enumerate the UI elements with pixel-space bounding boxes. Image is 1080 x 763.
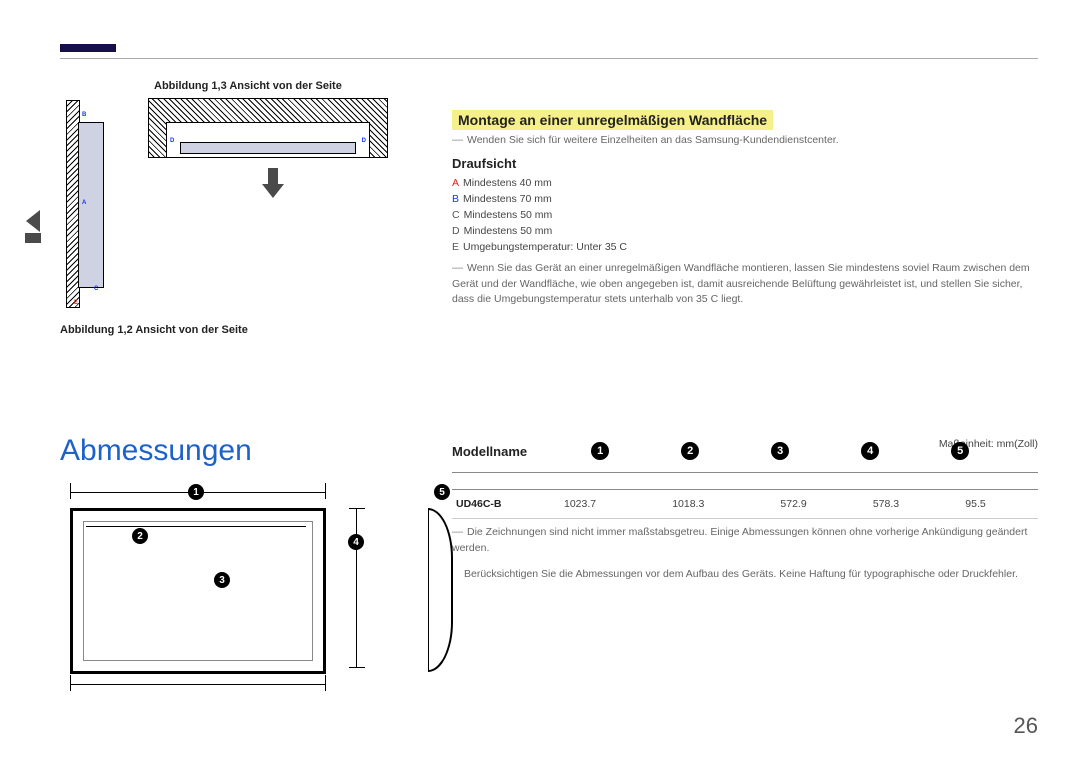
spec-b: BMindestens 70 mm bbox=[452, 193, 1038, 205]
label-d-right: D bbox=[362, 138, 366, 144]
dim-line-bottom bbox=[70, 684, 326, 685]
spec-e: EUmgebungstemperatur: Unter 35 C bbox=[452, 241, 1038, 253]
spec-c: CMindestens 50 mm bbox=[452, 209, 1038, 221]
top-view-diagram: D D bbox=[148, 98, 388, 208]
marker-5: 5 bbox=[434, 484, 450, 500]
dimensions-heading: Abmessungen bbox=[60, 434, 252, 468]
mounting-section: Montage an einer unregelmäßigen Wandfläc… bbox=[452, 110, 1038, 318]
label-d-left: D bbox=[170, 138, 174, 144]
table-note-2: Berücksichtigen Sie die Abmessungen vor … bbox=[452, 567, 1038, 582]
figure-caption-bottom: Abbildung 1,2 Ansicht von der Seite bbox=[60, 324, 420, 336]
label-c: C bbox=[94, 286, 98, 292]
label-a: A bbox=[82, 200, 86, 206]
table-note-1: ―Die Zeichnungen sind nicht immer maßsta… bbox=[452, 525, 1038, 556]
col-marker-4: 4 bbox=[861, 442, 879, 460]
col-marker-2: 2 bbox=[681, 442, 699, 460]
table-note-1-text: Die Zeichnungen sind nicht immer maßstab… bbox=[452, 526, 1027, 554]
header-accent-bar bbox=[60, 44, 116, 52]
marker-4: 4 bbox=[348, 534, 364, 550]
col-marker-1: 1 bbox=[591, 442, 609, 460]
figure-caption-top: Abbildung 1,3 Ansicht von der Seite bbox=[154, 80, 420, 92]
spec-d-val: Mindestens 50 mm bbox=[464, 225, 553, 237]
mounting-note: ―Wenden Sie sich für weitere Einzelheite… bbox=[452, 134, 1038, 146]
cell-v5: 95.5 bbox=[961, 490, 1038, 519]
label-e: E bbox=[74, 300, 78, 306]
header-markers: 1 2 3 4 5 bbox=[591, 442, 969, 460]
figure-column: Abbildung 1,3 Ansicht von der Seite B A … bbox=[60, 80, 420, 336]
marker-3: 3 bbox=[214, 572, 230, 588]
col-marker-3: 3 bbox=[771, 442, 789, 460]
front-view bbox=[70, 508, 326, 674]
cell-v3: 572.9 bbox=[776, 490, 868, 519]
marker-2: 2 bbox=[132, 528, 148, 544]
label-b: B bbox=[82, 112, 86, 118]
spec-e-val: Umgebungstemperatur: Unter 35 C bbox=[463, 241, 627, 253]
table-header-row: Modellname 1 2 3 4 5 bbox=[452, 442, 939, 460]
cell-model: UD46C-B bbox=[452, 490, 560, 519]
dimensions-table: UD46C-B 1023.7 1018.3 572.9 578.3 95.5 bbox=[452, 472, 1038, 519]
spec-a-val: Mindestens 40 mm bbox=[463, 177, 552, 189]
dim-line-2 bbox=[86, 526, 306, 527]
mounting-title: Montage an einer unregelmäßigen Wandfläc… bbox=[452, 110, 773, 130]
dimensions-table-section: Maßeinheit: mm(Zoll) Modellname 1 2 3 4 … bbox=[452, 438, 1038, 592]
cell-v2: 1018.3 bbox=[668, 490, 776, 519]
marker-1: 1 bbox=[188, 484, 204, 500]
spec-d: DMindestens 50 mm bbox=[452, 225, 1038, 237]
spec-b-val: Mindestens 70 mm bbox=[463, 193, 552, 205]
mounting-paragraph-text: Wenn Sie das Gerät an einer unregelmäßig… bbox=[452, 262, 1030, 305]
device-top-slab bbox=[180, 142, 356, 154]
model-label: Modellname bbox=[452, 444, 527, 459]
mounting-paragraph: ―Wenn Sie das Gerät an einer unregelmäßi… bbox=[452, 261, 1038, 307]
figure-top-group: B A C E D D bbox=[60, 98, 420, 310]
page-number: 26 bbox=[1014, 713, 1038, 739]
side-view-diagram: B A C E bbox=[60, 100, 128, 310]
col-marker-5: 5 bbox=[951, 442, 969, 460]
table-row: UD46C-B 1023.7 1018.3 572.9 578.3 95.5 bbox=[452, 490, 1038, 519]
header-rule bbox=[60, 58, 1038, 59]
spec-a: AMindestens 40 mm bbox=[452, 177, 1038, 189]
page: Abbildung 1,3 Ansicht von der Seite B A … bbox=[0, 0, 1080, 763]
mounting-note-text: Wenden Sie sich für weitere Einzelheiten… bbox=[467, 134, 839, 146]
spec-c-val: Mindestens 50 mm bbox=[464, 209, 553, 221]
cell-v4: 578.3 bbox=[869, 490, 961, 519]
side-arc bbox=[428, 508, 453, 672]
dimension-drawings: 1 2 3 4 5 bbox=[60, 484, 420, 704]
dim-line-4 bbox=[356, 508, 357, 668]
mounting-subtitle: Draufsicht bbox=[452, 156, 1038, 171]
cell-v1: 1023.7 bbox=[560, 490, 668, 519]
